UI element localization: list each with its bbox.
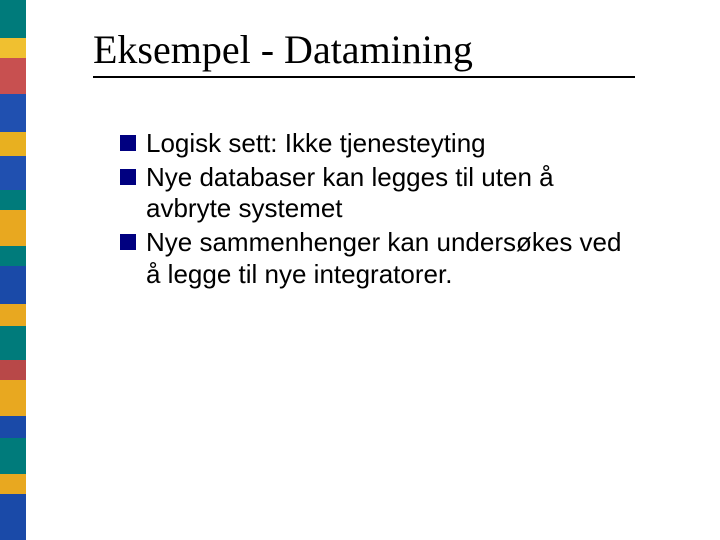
decorative-sidebar [0, 0, 26, 540]
list-item-text: Nye sammenhenger kan undersøkes ved å le… [146, 227, 640, 290]
sidebar-segment [0, 246, 26, 266]
sidebar-segment [0, 156, 26, 190]
sidebar-segment [0, 304, 26, 326]
sidebar-segment [0, 38, 26, 58]
square-bullet-icon [120, 234, 136, 250]
sidebar-segment [0, 416, 26, 438]
slide-title: Eksempel - Datamining [93, 26, 473, 73]
sidebar-segment [0, 266, 26, 304]
square-bullet-icon [120, 169, 136, 185]
sidebar-segment [0, 494, 26, 540]
title-underline [93, 76, 635, 78]
sidebar-segment [0, 326, 26, 360]
sidebar-segment [0, 210, 26, 246]
list-item-text: Nye databaser kan legges til uten å avbr… [146, 162, 640, 225]
sidebar-segment [0, 58, 26, 94]
sidebar-segment [0, 438, 26, 474]
list-item: Nye databaser kan legges til uten å avbr… [120, 162, 640, 225]
sidebar-segment [0, 474, 26, 494]
list-item: Nye sammenhenger kan undersøkes ved å le… [120, 227, 640, 290]
sidebar-segment [0, 380, 26, 416]
list-item-text: Logisk sett: Ikke tjenesteyting [146, 128, 486, 160]
sidebar-segment [0, 132, 26, 156]
list-item: Logisk sett: Ikke tjenesteyting [120, 128, 640, 160]
square-bullet-icon [120, 135, 136, 151]
sidebar-segment [0, 360, 26, 380]
sidebar-segment [0, 0, 26, 38]
bullet-list: Logisk sett: Ikke tjenesteyting Nye data… [120, 128, 640, 293]
sidebar-segment [0, 94, 26, 132]
sidebar-segment [0, 190, 26, 210]
